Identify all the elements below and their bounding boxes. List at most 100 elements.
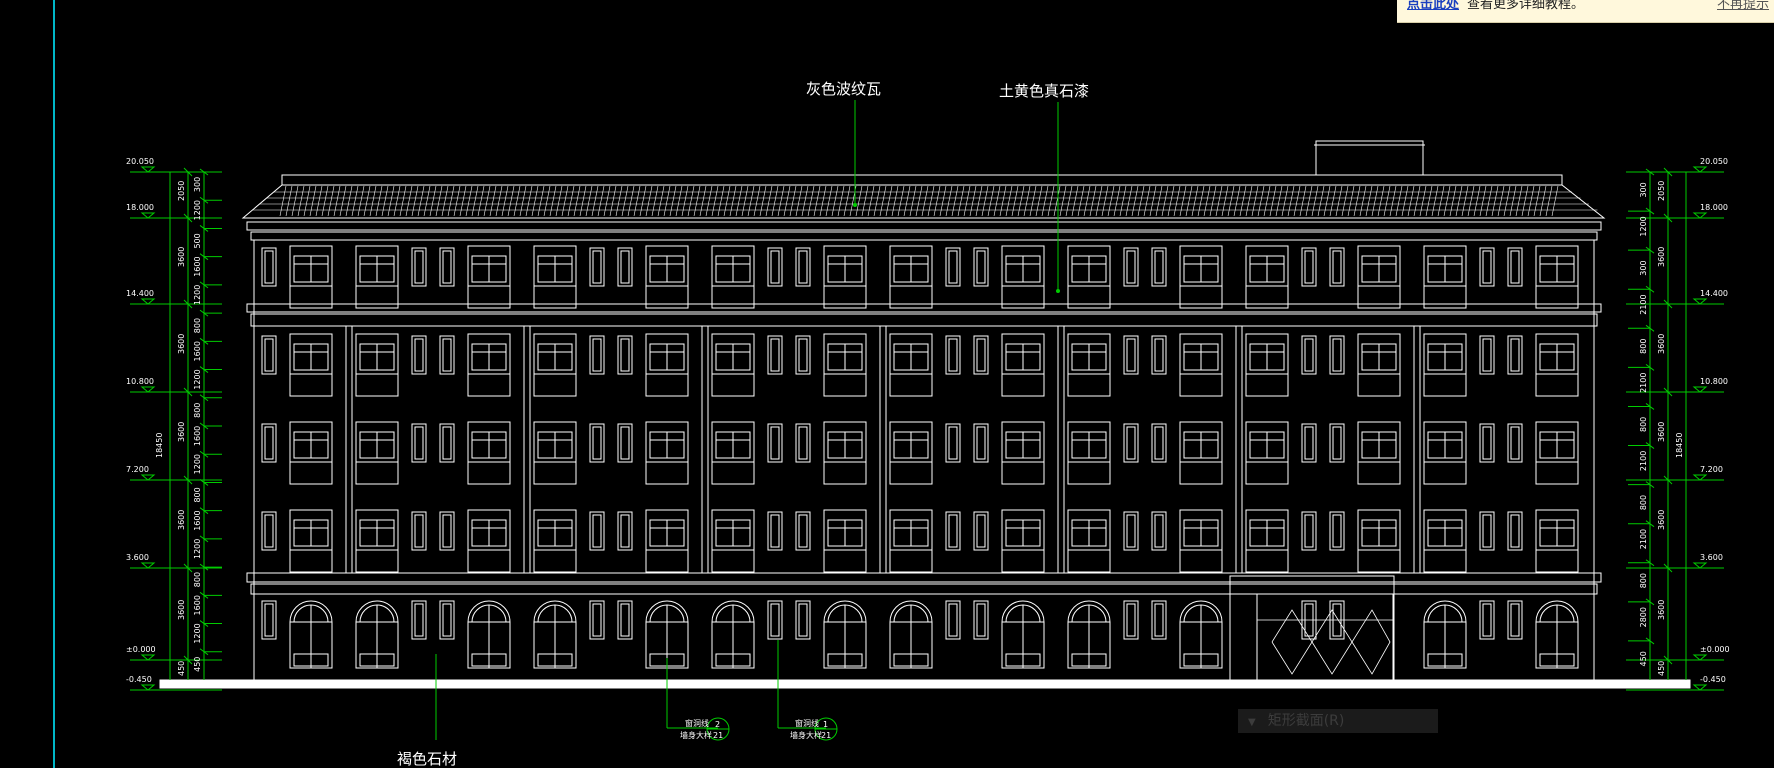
roof-tile-line: [1287, 185, 1295, 217]
elevation-marker-left: [140, 166, 156, 173]
roof-tile-line: [1005, 185, 1013, 217]
tutorial-link[interactable]: 点击此处: [1407, 0, 1459, 12]
roof-tile-line: [753, 185, 761, 217]
roof-tile-line: [1503, 185, 1511, 217]
narrow-window: [767, 511, 783, 551]
roof-tile-line: [309, 185, 317, 217]
narrow-window: [1329, 335, 1345, 375]
dim-inner-left: 450: [193, 657, 202, 672]
window-panel: [645, 549, 689, 573]
roof-tile-line: [291, 185, 299, 217]
narrow-window-pane: [592, 514, 602, 548]
narrow-window: [945, 335, 961, 375]
narrow-window-pane: [414, 514, 424, 548]
roof-tile-line: [1047, 185, 1055, 217]
roof-tile-line: [501, 185, 509, 217]
roof-tile-line: [1497, 185, 1505, 217]
roof-tile-line: [789, 185, 797, 217]
tooltip-label: 矩形截面(R): [1267, 713, 1345, 729]
narrow-window-pane: [1154, 514, 1164, 548]
roof-chimney: [1315, 140, 1424, 176]
roof-tile-line: [423, 185, 431, 217]
narrow-window: [261, 423, 277, 463]
narrow-window-pane: [620, 426, 630, 460]
pilaster: [1413, 325, 1421, 574]
narrow-window: [1151, 511, 1167, 551]
narrow-window: [617, 423, 633, 463]
roof-tile-line: [483, 185, 491, 217]
roof-tile-line: [297, 185, 305, 217]
dim-inner-right: 1200: [1639, 216, 1648, 236]
roof-tile-line: [333, 185, 341, 217]
tutorial-message: 查看更多详细教程。: [1467, 0, 1585, 12]
narrow-window-pane: [1332, 426, 1342, 460]
command-tooltip[interactable]: ▼ 矩形截面(R): [1238, 709, 1438, 733]
dim-inner-left: 1600: [193, 426, 202, 446]
dim-outer-right: 3600: [1657, 247, 1666, 267]
narrow-window: [945, 600, 961, 640]
roof-tile-line: [723, 185, 731, 217]
callout-b-num: 1: [823, 720, 828, 729]
roof-tile-line: [1185, 185, 1193, 217]
dismiss-link[interactable]: 不再提示: [1717, 0, 1769, 12]
belt-course-upper-2: [250, 313, 1598, 327]
window-panel: [1245, 461, 1289, 485]
roof-tile-line: [1029, 185, 1037, 217]
window-panel: [711, 285, 755, 309]
roof-tile-line: [315, 185, 323, 217]
narrow-window: [973, 423, 989, 463]
elevation-marker-left: [140, 562, 156, 569]
roof-tile-line: [1527, 185, 1535, 217]
roof-tile-line: [429, 185, 437, 217]
roof-tile-line: [699, 185, 707, 217]
window-panel: [467, 373, 511, 397]
roof-tile-line: [1257, 185, 1265, 217]
narrow-window-pane: [620, 603, 630, 637]
window-panel: [1245, 549, 1289, 573]
window-panel: [289, 373, 333, 397]
callout-b-line2: 墙身大样: [790, 730, 822, 740]
roof-tile-line: [1413, 185, 1421, 217]
roof-tile-line: [549, 185, 557, 217]
belt-course-lower-2: [250, 583, 1598, 595]
dim-outer-right: 3600: [1657, 334, 1666, 354]
roof-tile-line: [369, 185, 377, 217]
dim-outer-left: 3600: [177, 510, 186, 530]
roof-tile-line: [1023, 185, 1031, 217]
narrow-window: [439, 423, 455, 463]
roof-tile-line: [1467, 185, 1475, 217]
roof-tile-line: [1491, 185, 1499, 217]
dim-inner-right: 800: [1639, 339, 1648, 354]
roof-tile-line: [1371, 185, 1379, 217]
window-panel: [711, 373, 755, 397]
roof-tile-line: [663, 185, 671, 217]
roof-tile-line: [1179, 185, 1187, 217]
roof-tile-line: [657, 185, 665, 217]
dim-inner-left: 1600: [193, 595, 202, 615]
dim-inner-right: 450: [1639, 651, 1648, 666]
roof-tile-line: [639, 185, 647, 217]
dim-inner-left: 800: [193, 487, 202, 502]
roof-tile-line: [279, 185, 287, 217]
roof-tile-line: [1203, 185, 1211, 217]
narrow-window-pane: [948, 250, 958, 284]
dimension-chains: [130, 166, 1724, 691]
roof-tile-line: [459, 185, 467, 217]
narrow-window: [1329, 247, 1345, 287]
roof-tile-line: [711, 185, 719, 217]
narrow-window: [1301, 335, 1317, 375]
dim-outer-right: 3600: [1657, 600, 1666, 620]
narrow-window-pane: [1510, 514, 1520, 548]
window-panel: [1179, 285, 1223, 309]
narrow-window: [795, 511, 811, 551]
window-panel: [1357, 549, 1401, 573]
window-panel: [467, 285, 511, 309]
narrow-window: [945, 247, 961, 287]
dim-inner-right: 300: [1639, 260, 1648, 275]
narrow-window: [1123, 423, 1139, 463]
narrow-window: [261, 247, 277, 287]
narrow-window: [411, 423, 427, 463]
pilaster: [1235, 325, 1243, 574]
callout-a-num: 2: [715, 720, 720, 729]
roof-tile-line: [339, 185, 347, 217]
